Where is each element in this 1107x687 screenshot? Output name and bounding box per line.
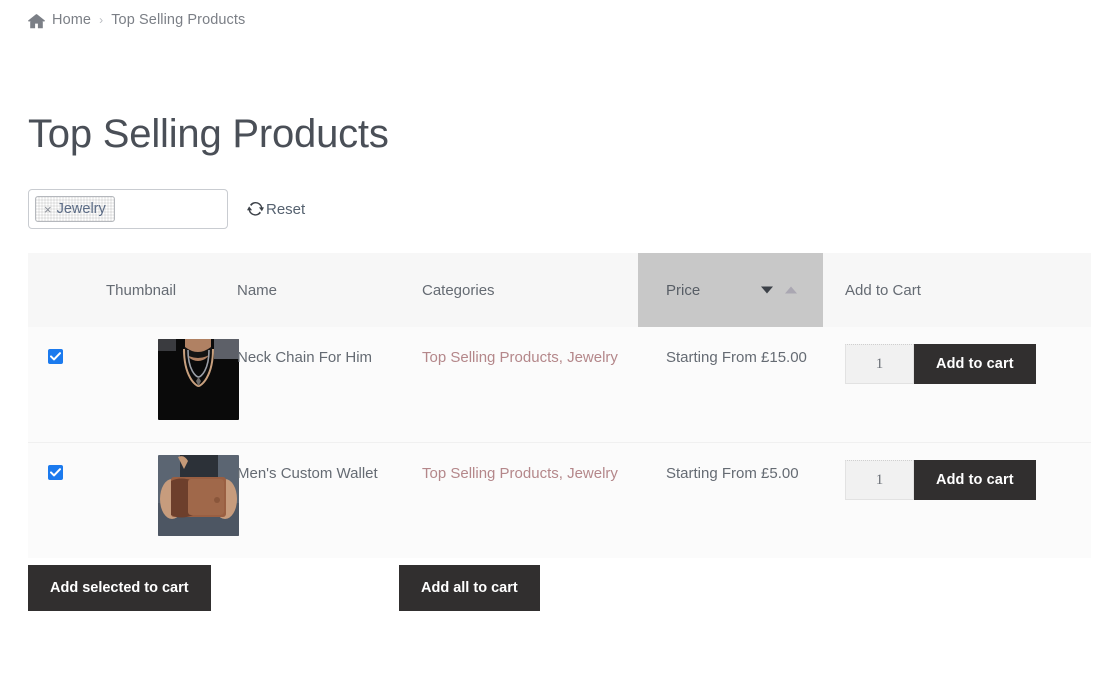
cart-controls: Add to cart (845, 344, 1090, 384)
quantity-input[interactable] (845, 344, 914, 384)
refresh-icon (247, 201, 264, 217)
row-categories-cell: Top Selling Products, Jewelry (393, 442, 638, 558)
header-add-to-cart: Add to Cart (823, 253, 1091, 327)
page-root: Home › Top Selling Products Top Selling … (0, 0, 1107, 687)
price-sort-controls[interactable] (761, 286, 797, 294)
breadcrumb: Home › Top Selling Products (28, 12, 245, 28)
reset-button[interactable]: Reset (247, 201, 305, 218)
table-row: Neck Chain For Him Top Selling Products,… (28, 327, 1091, 443)
header-select (28, 253, 78, 327)
row-cart-cell: Add to cart (823, 327, 1091, 443)
header-name[interactable]: Name (208, 253, 393, 327)
remove-tag-icon[interactable]: × (44, 203, 52, 216)
neck-chain-thumbnail[interactable] (158, 339, 239, 420)
breadcrumb-home-link[interactable]: Home (52, 12, 91, 28)
row-thumbnail-cell (78, 327, 239, 443)
caret-up-icon[interactable] (785, 286, 797, 294)
row-categories-link[interactable]: Top Selling Products, Jewelry (422, 349, 618, 366)
table-header-row: Thumbnail Name Categories Price Add to C… (28, 253, 1091, 327)
breadcrumb-separator: › (99, 13, 104, 27)
home-icon (28, 13, 45, 29)
caret-down-icon[interactable] (761, 286, 773, 294)
reset-label: Reset (266, 200, 306, 218)
row-categories-link[interactable]: Top Selling Products, Jewelry (422, 465, 618, 482)
bulk-actions-bar: Add selected to cart Add all to cart (28, 565, 1091, 611)
header-thumbnail[interactable]: Thumbnail (78, 253, 208, 327)
add-to-cart-button[interactable]: Add to cart (914, 344, 1036, 384)
table-row: Men's Custom Wallet Top Selling Products… (28, 442, 1091, 558)
add-all-to-cart-button[interactable]: Add all to cart (399, 565, 540, 611)
cart-controls: Add to cart (845, 460, 1090, 500)
header-categories[interactable]: Categories (393, 253, 638, 327)
page-title: Top Selling Products (28, 112, 389, 156)
category-filter-input[interactable]: × Jewelry (28, 189, 228, 229)
add-selected-to-cart-button[interactable]: Add selected to cart (28, 565, 211, 611)
row-select-cell (28, 327, 78, 443)
row-select-cell (28, 442, 78, 558)
row-cart-cell: Add to cart (823, 442, 1091, 558)
header-price[interactable]: Price (638, 253, 823, 327)
products-table: Thumbnail Name Categories Price Add to C… (28, 253, 1091, 558)
quantity-input[interactable] (845, 460, 914, 500)
row-categories-cell: Top Selling Products, Jewelry (393, 327, 638, 443)
header-price-label: Price (666, 281, 701, 299)
row-thumbnail-cell (78, 442, 239, 558)
row-price-cell: Starting From £15.00 (638, 327, 823, 443)
wallet-thumbnail[interactable] (158, 455, 239, 536)
filter-tag-label: Jewelry (56, 201, 106, 217)
filter-row: × Jewelry Reset (28, 189, 305, 229)
filter-tag-jewelry[interactable]: × Jewelry (35, 196, 115, 222)
add-to-cart-button[interactable]: Add to cart (914, 460, 1036, 500)
row-checkbox[interactable] (48, 465, 63, 480)
table-header: Thumbnail Name Categories Price Add to C… (28, 253, 1091, 327)
table-body: Neck Chain For Him Top Selling Products,… (28, 327, 1091, 558)
breadcrumb-current: Top Selling Products (111, 12, 246, 28)
row-price-cell: Starting From £5.00 (638, 442, 823, 558)
row-checkbox[interactable] (48, 349, 63, 364)
